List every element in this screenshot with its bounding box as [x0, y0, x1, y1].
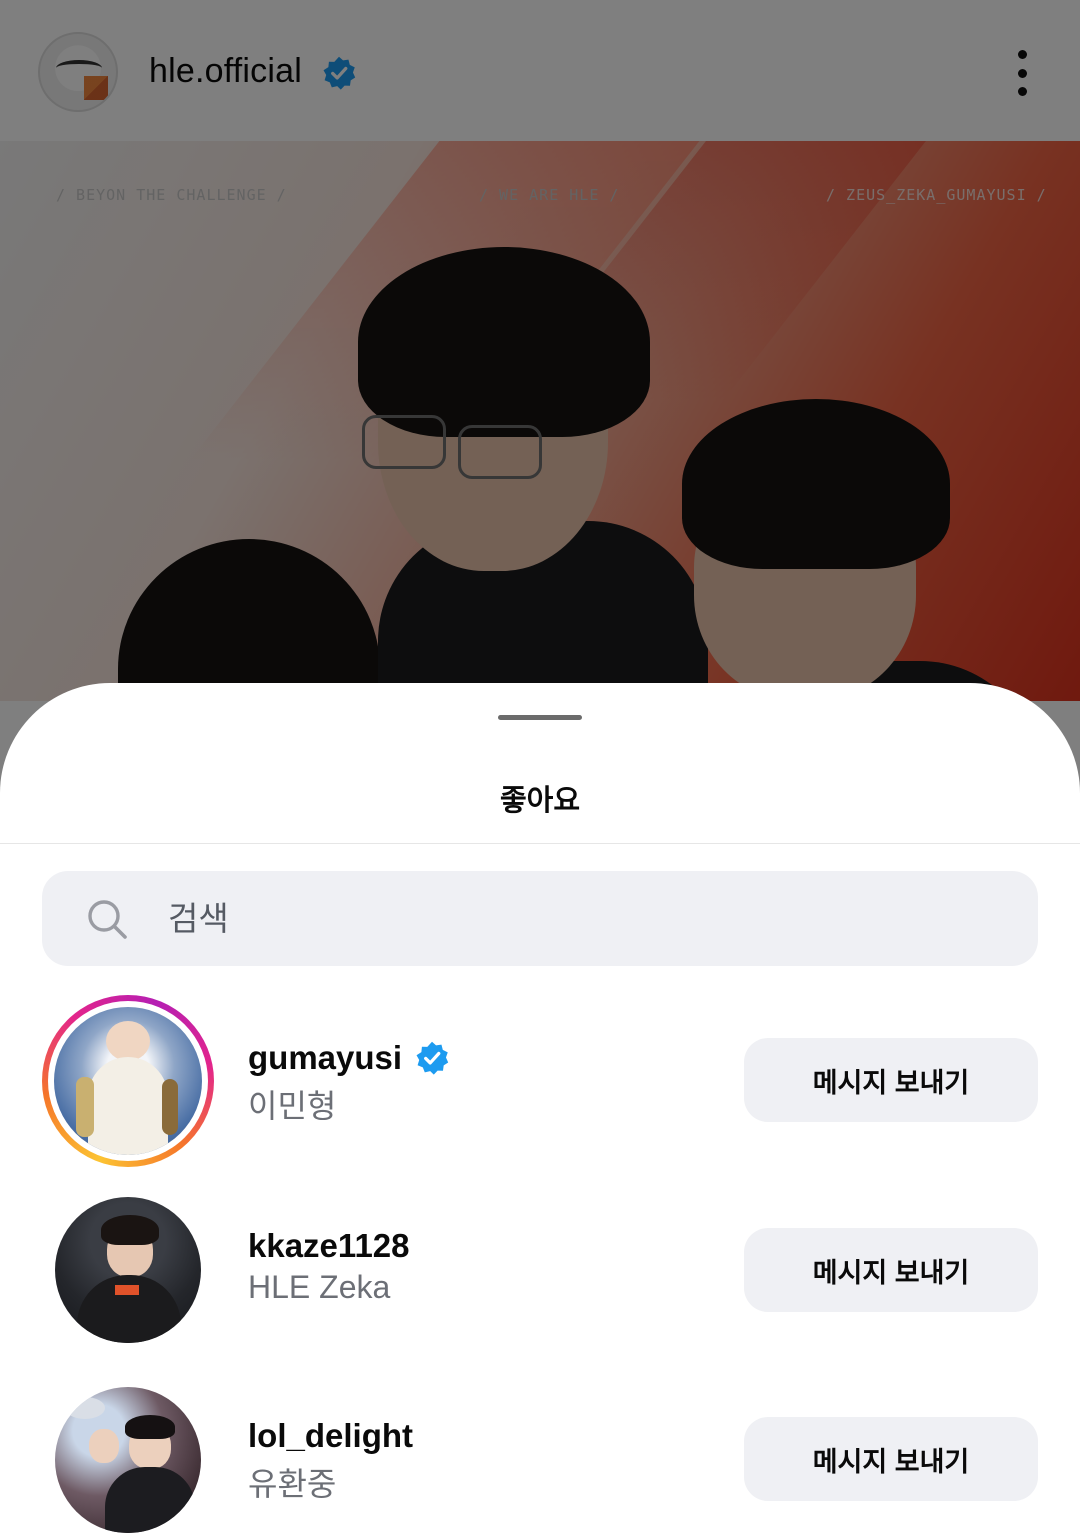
list-item[interactable]: kkaze1128 HLE Zeka 메시지 보내기	[0, 1195, 1080, 1365]
sheet-title: 좋아요	[499, 785, 581, 817]
likes-sheet: 좋아요 gumayusi	[0, 683, 1080, 1537]
user-names: lol_delight 유환중	[248, 1417, 413, 1505]
avatar	[55, 1197, 201, 1343]
avatar	[55, 1387, 201, 1533]
avatar	[54, 1007, 202, 1155]
list-item[interactable]: gumayusi 이민형 메시지 보내기	[0, 995, 1080, 1167]
send-message-button[interactable]: 메시지 보내기	[744, 1417, 1038, 1501]
full-name: HLE Zeka	[248, 1269, 391, 1305]
divider	[0, 843, 1080, 844]
avatar-with-story[interactable]	[42, 995, 214, 1167]
avatar-wrapper[interactable]	[42, 1385, 214, 1537]
username[interactable]: lol_delight	[248, 1417, 413, 1455]
search-bar[interactable]	[42, 871, 1038, 966]
user-names: gumayusi 이민형	[248, 1039, 450, 1127]
user-names: kkaze1128 HLE Zeka	[248, 1227, 410, 1306]
send-message-button[interactable]: 메시지 보내기	[744, 1228, 1038, 1312]
avatar-wrapper[interactable]	[42, 1195, 214, 1367]
full-name: 유환중	[248, 1466, 337, 1502]
list-item[interactable]: lol_delight 유환중 메시지 보내기	[0, 1385, 1080, 1537]
full-name: 이민형	[248, 1088, 337, 1124]
drag-handle[interactable]	[498, 715, 582, 720]
username[interactable]: gumayusi	[248, 1039, 402, 1077]
search-input[interactable]	[168, 871, 988, 966]
verified-badge-icon	[414, 1040, 450, 1076]
search-icon	[88, 900, 127, 939]
send-message-button[interactable]: 메시지 보내기	[744, 1038, 1038, 1122]
username[interactable]: kkaze1128	[248, 1227, 410, 1265]
